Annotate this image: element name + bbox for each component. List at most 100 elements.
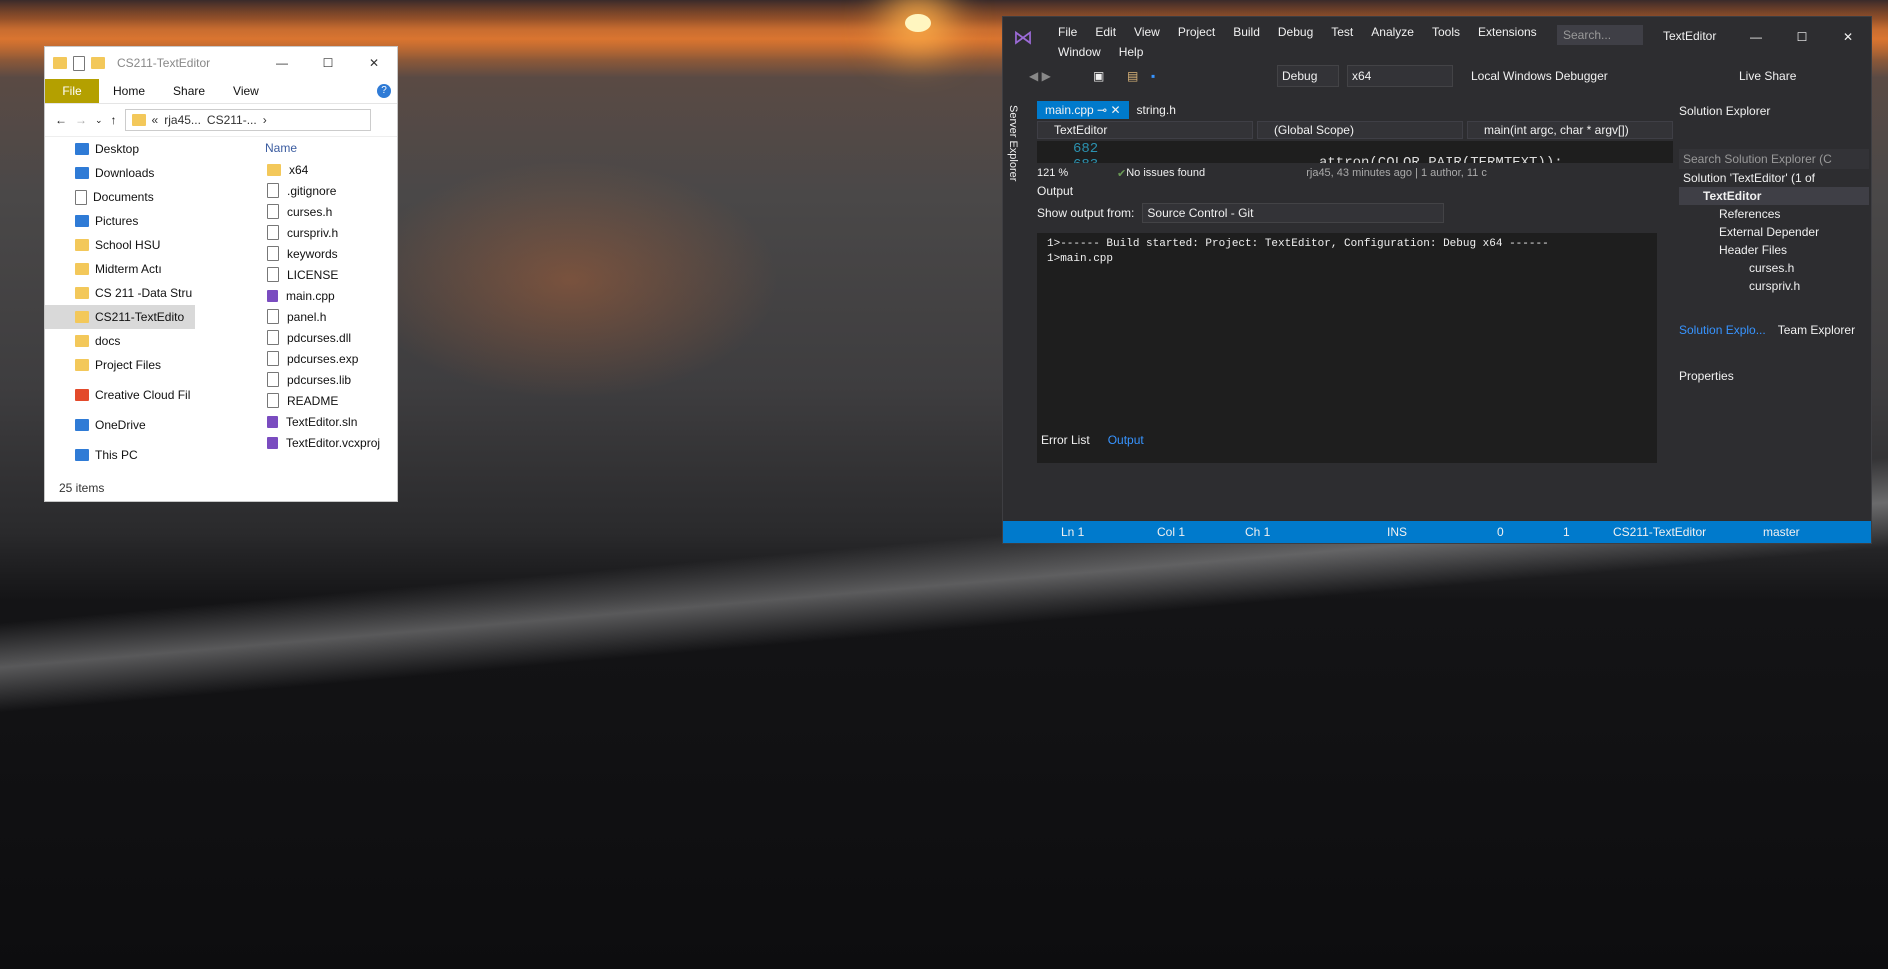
zoom-level[interactable]: 121 %	[1037, 167, 1117, 179]
list-item[interactable]: pdcurses.exp	[225, 348, 385, 369]
output-text[interactable]: 1>------ Build started: Project: TextEdi…	[1037, 233, 1657, 463]
scope-dropdown[interactable]: (Global Scope)	[1256, 121, 1463, 139]
tab-home[interactable]: Home	[99, 84, 159, 98]
list-item[interactable]: pdcurses.lib	[225, 369, 385, 390]
menu-project[interactable]: Project	[1169, 23, 1224, 41]
address-part[interactable]: rja45...	[164, 113, 201, 127]
maximize-button[interactable]: ☐	[1779, 17, 1825, 57]
menu-test[interactable]: Test	[1322, 23, 1362, 41]
back-icon[interactable]: ◀ ▶	[1029, 69, 1051, 83]
tree-item[interactable]: curses.h	[1679, 259, 1869, 277]
help-icon[interactable]: ?	[377, 84, 391, 98]
close-button[interactable]: ✕	[1825, 17, 1871, 57]
close-button[interactable]: ✕	[351, 56, 397, 70]
menu-view[interactable]: View	[1125, 23, 1169, 41]
ins-indicator[interactable]: INS	[1387, 525, 1407, 539]
list-item[interactable]: x64	[225, 159, 385, 180]
code-editor[interactable]: 682 683 attron(COLOR_PAIR(TERMTEXT));	[1037, 141, 1673, 163]
tab-main-cpp[interactable]: main.cpp ⊸ ✕	[1037, 101, 1129, 119]
menu-analyze[interactable]: Analyze	[1362, 23, 1423, 41]
line-indicator[interactable]: Ln 1	[1061, 525, 1084, 539]
properties-icon[interactable]	[73, 55, 85, 71]
tree-item[interactable]: Header Files	[1679, 241, 1869, 259]
nav-item-creative-cloud[interactable]: Creative Cloud Fil	[45, 383, 195, 407]
col-indicator[interactable]: Col 1	[1157, 525, 1185, 539]
pin-icon[interactable]: ⊸	[1097, 103, 1107, 117]
tab-error-list[interactable]: Error List	[1037, 431, 1094, 449]
output-source-dropdown[interactable]: Source Control - Git	[1142, 203, 1445, 223]
up-icon[interactable]: ↑	[111, 113, 117, 127]
list-item[interactable]: README	[225, 390, 385, 411]
list-item[interactable]: curspriv.h	[225, 222, 385, 243]
config-dropdown[interactable]: Debug	[1277, 65, 1339, 87]
minimize-button[interactable]: —	[259, 56, 305, 70]
nav-item-downloads[interactable]: Downloads	[45, 161, 195, 185]
server-explorer-tab[interactable]: Server Explorer	[1003, 101, 1025, 531]
repo-name[interactable]: CS211-TextEditor	[1613, 525, 1706, 539]
close-icon[interactable]: ✕	[1110, 103, 1120, 117]
back-icon[interactable]: ←	[55, 113, 67, 127]
maximize-button[interactable]: ☐	[305, 56, 351, 70]
list-item[interactable]: pdcurses.dll	[225, 327, 385, 348]
tree-item[interactable]: References	[1679, 205, 1869, 223]
tab-view[interactable]: View	[219, 84, 273, 98]
live-share-button[interactable]: Live Share	[1739, 69, 1796, 83]
char-indicator[interactable]: Ch 1	[1245, 525, 1270, 539]
function-dropdown[interactable]: main(int argc, char * argv[])	[1466, 121, 1673, 139]
solution-search-input[interactable]: Search Solution Explorer (C	[1679, 149, 1869, 169]
tab-output[interactable]: Output	[1103, 431, 1148, 449]
address-part[interactable]: ›	[263, 113, 267, 127]
nav-item-midterm[interactable]: Midterm Actı	[45, 257, 195, 281]
nav-item-desktop[interactable]: Desktop	[45, 137, 195, 161]
menu-window[interactable]: Window	[1049, 43, 1110, 61]
address-bar[interactable]: « rja45... CS211-... ›	[124, 109, 371, 131]
tree-item[interactable]: TextEditor	[1679, 187, 1869, 205]
open-icon[interactable]: ▤	[1127, 69, 1138, 83]
edit-count[interactable]: 1	[1563, 525, 1570, 539]
menu-extensions[interactable]: Extensions	[1469, 23, 1546, 41]
nav-item-project-files[interactable]: Project Files	[45, 353, 195, 377]
tab-string-h[interactable]: string.h	[1129, 101, 1184, 119]
new-folder-icon[interactable]	[91, 57, 105, 69]
tab-share[interactable]: Share	[159, 84, 219, 98]
list-item[interactable]: LICENSE	[225, 264, 385, 285]
push-count[interactable]: 0	[1497, 525, 1504, 539]
address-part[interactable]: CS211-...	[207, 113, 257, 127]
project-dropdown[interactable]: TextEditor	[1037, 121, 1253, 139]
issues-indicator[interactable]: No issues found	[1126, 167, 1306, 179]
list-item[interactable]: TextEditor.vcxproj	[225, 432, 385, 453]
nav-item-cs211-texteditor[interactable]: CS211-TextEdito	[45, 305, 195, 329]
list-item[interactable]: main.cpp	[225, 285, 385, 306]
nav-item-docs[interactable]: docs	[45, 329, 195, 353]
forward-icon[interactable]: →	[75, 113, 87, 127]
menu-edit[interactable]: Edit	[1086, 23, 1125, 41]
list-item[interactable]: curses.h	[225, 201, 385, 222]
name-column-header[interactable]: Name	[225, 137, 385, 159]
save-icon[interactable]: ▪	[1151, 69, 1155, 83]
tab-team-explorer[interactable]: Team Explorer	[1778, 323, 1855, 337]
platform-dropdown[interactable]: x64	[1347, 65, 1453, 87]
nav-item-school-hsu[interactable]: School HSU	[45, 233, 195, 257]
tree-item[interactable]: curspriv.h	[1679, 277, 1869, 295]
nav-item-onedrive[interactable]: OneDrive	[45, 413, 195, 437]
branch-name[interactable]: master	[1763, 525, 1800, 539]
nav-item-pictures[interactable]: Pictures	[45, 209, 195, 233]
chevron-down-icon[interactable]: ⌄	[95, 115, 103, 126]
tree-item[interactable]: External Depender	[1679, 223, 1869, 241]
nav-item-cs211-data[interactable]: CS 211 -Data Stru	[45, 281, 195, 305]
menu-file[interactable]: File	[1049, 23, 1086, 41]
list-item[interactable]: keywords	[225, 243, 385, 264]
menu-build[interactable]: Build	[1224, 23, 1269, 41]
list-item[interactable]: TextEditor.sln	[225, 411, 385, 432]
tab-file[interactable]: File	[45, 79, 99, 103]
blame-info[interactable]: rja45, 43 minutes ago | 1 author, 11 c	[1306, 167, 1487, 179]
debugger-button[interactable]: Local Windows Debugger	[1471, 69, 1608, 83]
minimize-button[interactable]: —	[1733, 17, 1779, 57]
menu-tools[interactable]: Tools	[1423, 23, 1469, 41]
search-input[interactable]: Search...	[1557, 25, 1643, 45]
nav-item-this-pc[interactable]: This PC	[45, 443, 195, 467]
menu-debug[interactable]: Debug	[1269, 23, 1322, 41]
nav-item-documents[interactable]: Documents	[45, 185, 195, 209]
tree-item[interactable]: Solution 'TextEditor' (1 of	[1679, 169, 1869, 187]
menu-help[interactable]: Help	[1110, 43, 1153, 61]
